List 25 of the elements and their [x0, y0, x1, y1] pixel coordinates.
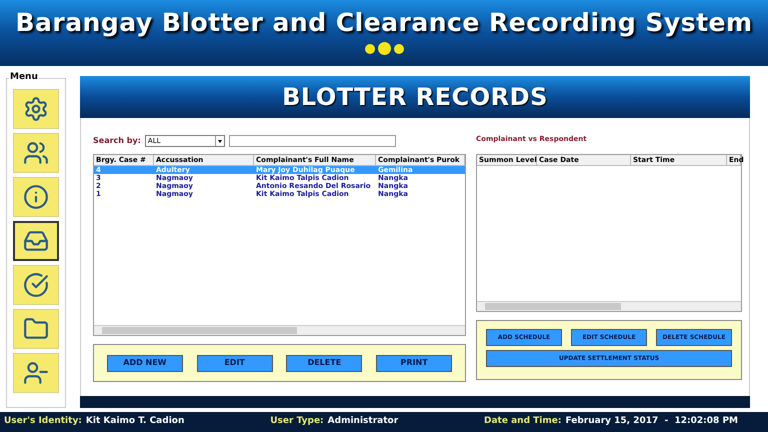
- status-value: Administrator: [328, 415, 398, 428]
- record-action-button[interactable]: DELETE: [286, 354, 362, 372]
- app-title: Barangay Blotter and Clearance Recording System: [15, 7, 753, 39]
- dots-icon: [364, 42, 404, 55]
- search-label: Search by:: [93, 135, 141, 147]
- status-label: User's Identity:: [4, 415, 82, 428]
- gear-icon: [23, 96, 49, 122]
- record-action-button[interactable]: PRINT: [376, 354, 452, 372]
- record-action-button[interactable]: EDIT: [196, 354, 273, 372]
- record-action-button[interactable]: ADD NEW: [106, 354, 183, 372]
- horizontal-scrollbar[interactable]: [94, 325, 465, 335]
- caret-icon: [214, 136, 224, 146]
- info-icon: [23, 184, 49, 210]
- status-label: User Type:: [270, 415, 324, 428]
- person-minus-icon: [23, 360, 49, 386]
- check-icon: [23, 272, 49, 298]
- status-value: Kit Kaimo T. Cadion: [86, 415, 184, 428]
- panel-title: BLOTTER RECORDS: [282, 82, 548, 113]
- people-icon: [23, 140, 49, 166]
- menu-button[interactable]: [13, 221, 59, 261]
- status-label: Date and Time:: [484, 415, 562, 428]
- horizontal-scrollbar[interactable]: [477, 301, 741, 311]
- search-field[interactable]: [228, 135, 396, 147]
- folder-icon: [23, 316, 49, 342]
- status-value: February 15, 2017 - 12:02:08 PM: [565, 415, 738, 428]
